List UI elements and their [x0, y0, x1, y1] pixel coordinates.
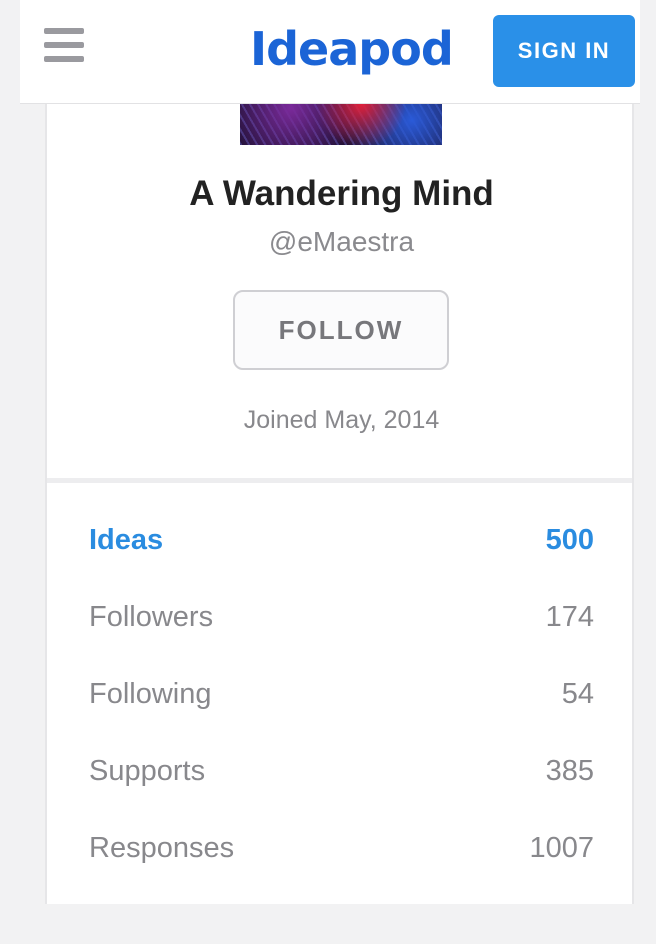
stat-value: 500	[545, 524, 594, 556]
stat-value: 385	[545, 755, 594, 787]
stat-label: Supports	[89, 755, 206, 787]
follow-button[interactable]: FOLLOW	[233, 290, 449, 370]
stat-row-followers[interactable]: Followers 174	[89, 579, 594, 656]
profile-card: A Wandering Mind @eMaestra FOLLOW Joined…	[45, 104, 634, 904]
stat-row-supports[interactable]: Supports 385	[89, 733, 594, 810]
stat-label: Following	[89, 678, 212, 710]
top-nav-bar: Ideapod SIGN IN	[20, 0, 640, 104]
stat-value: 174	[545, 601, 594, 633]
stat-value: 1007	[529, 832, 594, 864]
stat-label: Followers	[89, 601, 214, 633]
section-divider	[47, 478, 632, 483]
stat-row-following[interactable]: Following 54	[89, 656, 594, 733]
stat-label: Responses	[89, 832, 235, 864]
profile-handle: @eMaestra	[268, 226, 415, 257]
stat-label: Ideas	[89, 524, 164, 556]
profile-name: A Wandering Mind	[189, 174, 494, 213]
profile-stats-list: Ideas 500 Followers 174 Following 54 Sup…	[89, 502, 594, 887]
stat-row-responses[interactable]: Responses 1007	[89, 810, 594, 887]
joined-date: Joined May, 2014	[243, 406, 440, 434]
hamburger-menu-icon[interactable]	[44, 28, 84, 64]
stat-row-ideas[interactable]: Ideas 500	[89, 502, 594, 579]
sign-in-button[interactable]: SIGN IN	[493, 15, 635, 87]
ideapod-logo[interactable]: Ideapod	[250, 22, 454, 76]
stat-value: 54	[561, 678, 594, 710]
profile-cover-image	[240, 104, 442, 145]
